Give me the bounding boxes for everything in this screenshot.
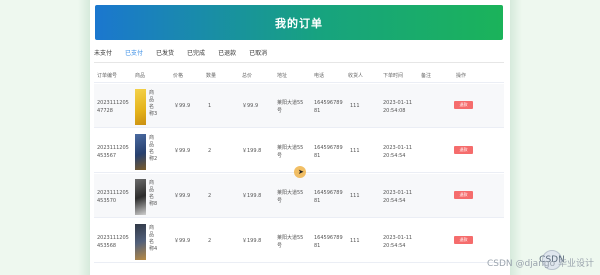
col-receiver: 收货人	[348, 73, 364, 79]
table-row: 2023111205 453570 商 品 名 称8 ￥99.9 2 ￥199.…	[94, 174, 504, 218]
refund-button[interactable]: 退款	[454, 191, 473, 199]
total-cell: ￥199.8	[242, 193, 262, 199]
phone-cell: 164596789 81	[314, 190, 343, 204]
receiver-cell: 111	[350, 238, 360, 244]
price-cell: ￥99.9	[174, 193, 191, 199]
col-order-no: 订单编号	[97, 73, 118, 79]
watermark-text: CSDN @django 毕业设计	[486, 259, 594, 269]
qty-cell: 2	[208, 238, 212, 244]
product-name[interactable]: 商 品 名 称2	[149, 135, 159, 163]
col-goods: 商品	[135, 73, 146, 79]
refund-button[interactable]: 退款	[454, 236, 473, 244]
product-image[interactable]	[135, 89, 146, 125]
order-time-cell: 2023-01-11 20:54:54	[383, 145, 413, 159]
order-no-cell: 2023111205 453570	[97, 190, 129, 204]
orders-table-header: 订单编号 商品 价格 数量 总价 地址 电话 收货人 下单时间 备注 操作	[94, 66, 504, 83]
phone-cell: 164596789 81	[314, 145, 343, 159]
qty-cell: 2	[208, 193, 212, 199]
tab-unpaid[interactable]: 未支付	[94, 49, 112, 63]
product-name[interactable]: 商 品 名 称8	[149, 180, 159, 208]
receiver-cell: 111	[350, 148, 360, 154]
orders-panel: 我的订单 未支付 已支付 已发货 已完成 已退款 已取消 订单编号 商品 价格 …	[90, 0, 510, 275]
page-title: 我的订单	[95, 5, 503, 40]
order-time-cell: 2023-01-11 20:54:08	[383, 100, 413, 114]
tab-cancelled[interactable]: 已取消	[249, 49, 267, 63]
col-phone: 电话	[314, 73, 325, 79]
page-margin-left	[78, 0, 90, 275]
table-row: 2023111205 47728 商 品 名 称3 ￥99.9 1 ￥99.9 …	[94, 84, 504, 128]
page-margin-right	[510, 0, 522, 275]
qty-cell: 2	[208, 148, 212, 154]
phone-cell: 164596789 81	[314, 235, 343, 249]
col-action: 操作	[456, 73, 467, 79]
receiver-cell: 111	[350, 193, 360, 199]
refund-button[interactable]: 退款	[454, 146, 473, 154]
tab-shipped[interactable]: 已发货	[156, 49, 174, 63]
col-qty: 数量	[206, 73, 217, 79]
address-cell: 莱阳大道55 号	[277, 145, 304, 159]
order-time-cell: 2023-01-11 20:54:54	[383, 235, 413, 249]
product-image[interactable]	[135, 224, 146, 260]
product-image[interactable]	[135, 179, 146, 215]
price-cell: ￥99.9	[174, 103, 191, 109]
refund-button[interactable]: 退款	[454, 101, 473, 109]
col-address: 地址	[277, 73, 288, 79]
phone-cell: 164596789 81	[314, 100, 343, 114]
order-no-cell: 2023111205 453567	[97, 145, 129, 159]
address-cell: 莱阳大道55 号	[277, 190, 304, 204]
order-no-cell: 2023111205 453568	[97, 235, 129, 249]
tab-completed[interactable]: 已完成	[187, 49, 205, 63]
total-cell: ￥99.9	[242, 103, 259, 109]
order-no-cell: 2023111205 47728	[97, 100, 129, 114]
tab-paid[interactable]: 已支付	[125, 49, 144, 63]
col-order-time: 下单时间	[383, 73, 404, 79]
total-cell: ￥199.8	[242, 238, 262, 244]
order-time-cell: 2023-01-11 20:54:54	[383, 190, 413, 204]
tab-refunded[interactable]: 已退款	[218, 49, 236, 63]
tabs-divider	[94, 62, 504, 63]
qty-cell: 1	[208, 103, 212, 109]
col-remark: 备注	[421, 73, 432, 79]
product-name[interactable]: 商 品 名 称3	[149, 90, 159, 118]
product-name[interactable]: 商 品 名 称4	[149, 225, 159, 253]
col-price: 价格	[173, 73, 184, 79]
col-total: 总价	[242, 73, 253, 79]
receiver-cell: 111	[350, 103, 360, 109]
price-cell: ￥99.9	[174, 148, 191, 154]
table-row: 2023111205 453568 商 品 名 称4 ￥99.9 2 ￥199.…	[94, 219, 504, 263]
product-image[interactable]	[135, 134, 146, 170]
price-cell: ￥99.9	[174, 238, 191, 244]
mouse-pointer-icon: ➤	[298, 168, 304, 176]
order-status-tabs: 未支付 已支付 已发货 已完成 已退款 已取消	[94, 49, 280, 63]
address-cell: 莱阳大道55 号	[277, 100, 304, 114]
address-cell: 莱阳大道55 号	[277, 235, 304, 249]
total-cell: ￥199.8	[242, 148, 262, 154]
